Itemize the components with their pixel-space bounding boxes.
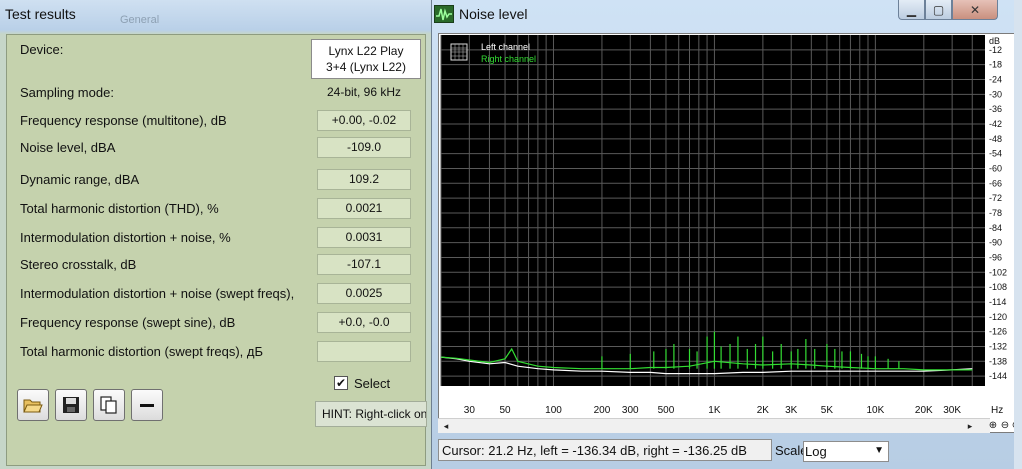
scroll-left-icon[interactable]: ◂ (440, 420, 452, 432)
results-panel: Device: Lynx L22 Play 3+4 (Lynx L22) Sam… (6, 34, 427, 466)
y-tick-label: -18 (989, 60, 1002, 70)
y-tick-label: -120 (989, 312, 1007, 322)
spectrum-chart: -12 -18 -24 -30 -36 -42 -48 -54 -60 -66 -72 -78 -84 -… (440, 35, 1007, 416)
background-tab-label: General (120, 14, 160, 26)
dynamic-range-value: 109.2 (317, 169, 411, 190)
freq-response-multitone-label: Frequency response (multitone), dB (20, 113, 227, 128)
x-axis-unit-label: Hz (991, 405, 1003, 416)
y-tick-label: -60 (989, 163, 1002, 173)
y-tick-label: -72 (989, 193, 1002, 203)
open-button[interactable] (17, 389, 49, 421)
noise-level-label: Noise level, dBA (20, 140, 116, 155)
desktop: Test results General Device: Lynx L22 Pl… (0, 0, 1022, 469)
imd-swept-value: 0.0025 (317, 283, 411, 304)
y-tick-label: -96 (989, 252, 1002, 262)
y-tick-label: -84 (989, 223, 1002, 233)
y-tick-label: -12 (989, 45, 1002, 55)
y-tick-label: -132 (989, 341, 1007, 351)
x-tick-label: 100 (545, 405, 562, 416)
save-button[interactable] (55, 389, 87, 421)
freq-response-swept-label: Frequency response (swept sine), dB (20, 315, 236, 330)
scale-value: Log (805, 444, 827, 459)
thd-swept-label: Total harmonic distortion (swept freqs),… (20, 344, 263, 359)
plot-background (441, 35, 985, 386)
remove-button[interactable] (131, 389, 163, 421)
device-value-line1: Lynx L22 Play (328, 44, 404, 58)
x-tick-label: 5K (821, 405, 834, 416)
imd-noise-label: Intermodulation distortion + noise, % (20, 230, 231, 245)
y-tick-label: -90 (989, 238, 1002, 248)
minus-icon (140, 404, 154, 407)
x-tick-label: 20K (915, 405, 933, 416)
x-tick-label: 50 (499, 405, 511, 416)
x-tick-label: 10K (866, 405, 884, 416)
x-tick-label: 2K (757, 405, 770, 416)
device-value-line2: 3+4 (Lynx L22) (326, 60, 406, 74)
horizontal-scrollbar[interactable]: ◂ ▸ (438, 418, 990, 433)
spectrum-plot[interactable]: -12 -18 -24 -30 -36 -42 -48 -54 -60 -66 -72 -78 -84 -… (438, 33, 1022, 433)
x-tick-label: 300 (622, 405, 639, 416)
y-tick-label: -144 (989, 371, 1007, 381)
legend-left-channel: Left channel (481, 42, 530, 52)
sampling-mode-value: 24-bit, 96 kHz (326, 85, 402, 99)
x-tick-label: 3K (785, 405, 798, 416)
select-label: Select (354, 376, 391, 391)
y-tick-label: -102 (989, 267, 1007, 277)
noise-level-window: Noise level ▁ ▢ ✕ -12 -18 -24 -30 -36 -42 -48-… (432, 0, 1022, 469)
y-tick-label: -66 (989, 178, 1002, 188)
y-tick-label: -30 (989, 89, 1002, 99)
stereo-crosstalk-label: Stereo crosstalk, dB (20, 257, 137, 272)
zoom-in-icon[interactable]: ⊕ (987, 420, 999, 432)
x-tick-label: 500 (658, 405, 675, 416)
imd-noise-value: 0.0031 (317, 227, 411, 248)
background-window-edge (1014, 0, 1022, 469)
noise-level-value: -109.0 (317, 137, 411, 158)
select-checkbox[interactable]: ✔ (334, 376, 348, 390)
scroll-right-icon[interactable]: ▸ (964, 420, 976, 432)
y-tick-label: -78 (989, 208, 1002, 218)
y-axis-unit-label: dB (989, 36, 1000, 46)
device-label: Device: (20, 42, 64, 57)
cursor-readout: Cursor: 21.2 Hz, left = -136.34 dB, righ… (438, 439, 772, 461)
y-tick-label: -114 (989, 297, 1006, 307)
y-tick-label: -42 (989, 119, 1002, 129)
y-tick-label: -48 (989, 134, 1002, 144)
dynamic-range-label: Dynamic range, dBA (20, 172, 140, 187)
hint-box: HINT: Right-click on (315, 401, 427, 427)
y-tick-label: -36 (989, 104, 1002, 114)
y-tick-label: -126 (989, 327, 1007, 337)
window-title: Test results (5, 6, 76, 22)
save-icon (63, 397, 79, 413)
thd-value: 0.0021 (317, 198, 411, 219)
thd-swept-value (317, 341, 411, 362)
device-field[interactable]: Lynx L22 Play 3+4 (Lynx L22) (311, 39, 421, 79)
stereo-crosstalk-value: -107.1 (317, 254, 411, 275)
imd-swept-label: Intermodulation distortion + noise (swep… (20, 286, 295, 301)
chevron-down-icon: ▼ (874, 445, 884, 456)
y-tick-label: -138 (989, 356, 1007, 366)
x-tick-label: 30K (943, 405, 961, 416)
y-tick-label: -108 (989, 282, 1007, 292)
sampling-mode-label: Sampling mode: (20, 85, 114, 100)
x-tick-label: 1K (708, 405, 721, 416)
thd-label: Total harmonic distortion (THD), % (20, 201, 219, 216)
x-tick-label: 30 (464, 405, 476, 416)
freq-response-multitone-value: +0.00, -0.02 (317, 110, 411, 131)
freq-response-swept-value: +0.0, -0.0 (317, 312, 411, 333)
maximize-button[interactable]: ▢ (925, 0, 952, 20)
close-button[interactable]: ✕ (952, 0, 998, 20)
x-tick-label: 200 (594, 405, 611, 416)
y-tick-label: -54 (989, 149, 1002, 159)
scale-select[interactable]: Log ▼ (803, 441, 889, 462)
minimize-button[interactable]: ▁ (898, 0, 925, 20)
copy-button[interactable] (93, 389, 125, 421)
waveform-icon (434, 5, 454, 23)
folder-open-icon (23, 399, 43, 413)
legend-right-channel: Right channel (481, 54, 536, 64)
test-results-window: Test results General Device: Lynx L22 Pl… (0, 0, 432, 469)
window-title: Noise level (459, 6, 528, 22)
y-tick-label: -24 (989, 74, 1002, 84)
copy-icon (100, 396, 117, 414)
